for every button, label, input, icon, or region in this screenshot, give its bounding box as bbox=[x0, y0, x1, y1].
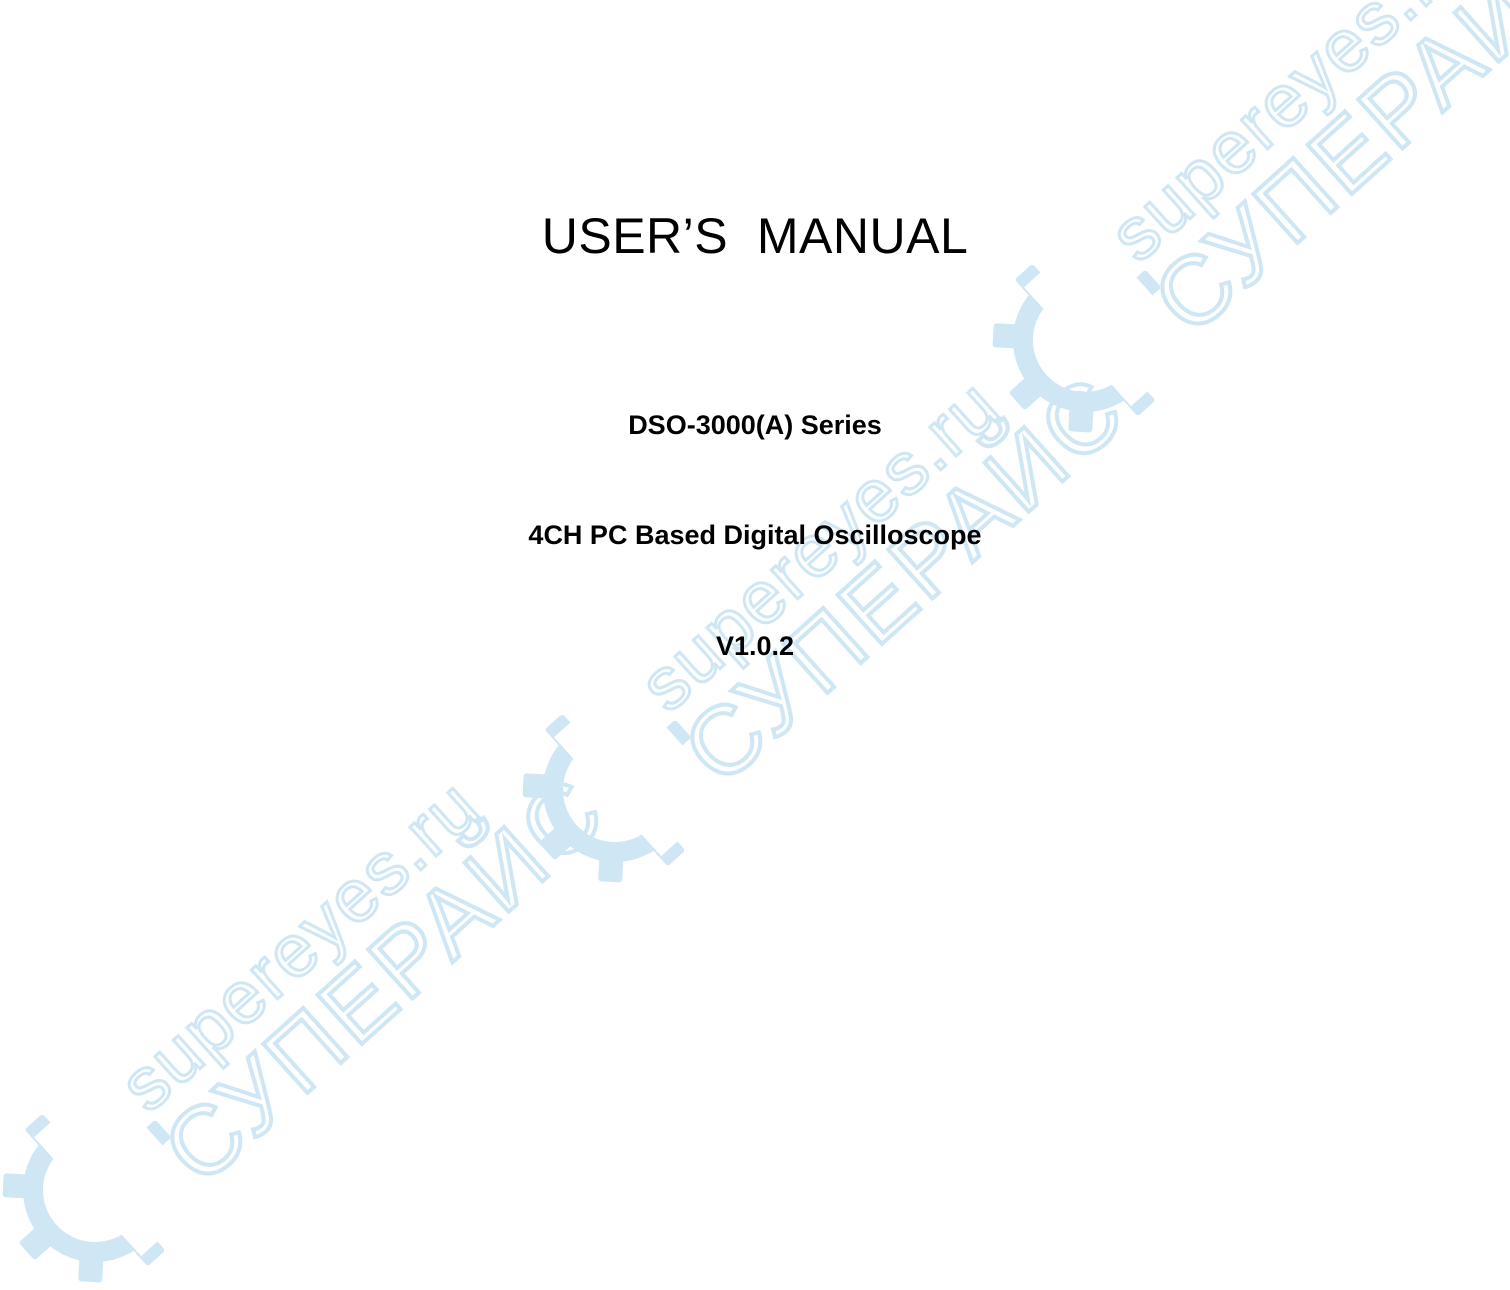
document-page: USER’S MANUAL DSO-3000(A) Series 4CH PC … bbox=[0, 0, 1510, 1290]
version-label: V1.0.2 bbox=[715, 631, 795, 661]
product-name: 4CH PC Based Digital Oscilloscope bbox=[528, 520, 982, 550]
series-name: DSO-3000(A) Series bbox=[628, 410, 882, 440]
document-title: USER’S MANUAL bbox=[541, 208, 969, 264]
